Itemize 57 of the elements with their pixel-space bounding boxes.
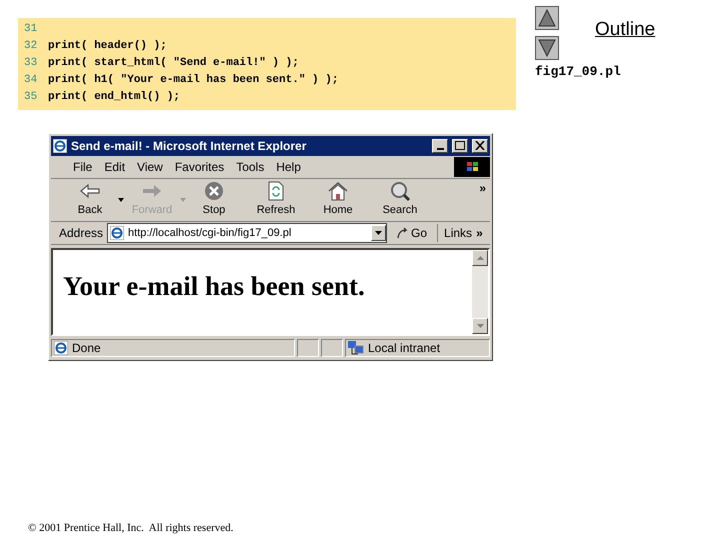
menu-item[interactable]: Tools [230, 158, 270, 176]
line-number: 35 [23, 90, 38, 106]
more-chevron[interactable]: » [479, 178, 486, 197]
line-number: 33 [23, 56, 38, 72]
line-number: 32 [23, 39, 38, 54]
status-text: Done [72, 340, 101, 358]
browser-logo-icon [53, 138, 67, 153]
toolbar-button[interactable]: Search [373, 180, 427, 219]
status-panel [297, 339, 319, 358]
code-line: print( header() ); [48, 39, 167, 54]
outline-link[interactable]: Outline [595, 16, 656, 44]
close-button[interactable] [472, 138, 488, 153]
menu-item[interactable]: Help [270, 158, 307, 176]
toolbar-button[interactable]: Stop [187, 180, 241, 219]
window-title: Send e-mail! - Microsoft Internet Explorer [71, 138, 308, 155]
previous-button[interactable] [535, 6, 559, 30]
scroll-up-icon [476, 256, 484, 260]
next-button[interactable] [535, 36, 559, 60]
maximize-icon [455, 141, 465, 150]
address-field[interactable]: http://localhost/cgi-bin/fig17_09.pl [107, 223, 388, 244]
house-icon [327, 180, 349, 202]
dropdown-icon [375, 231, 382, 236]
go-arrow-icon [397, 227, 410, 240]
toolbar-button[interactable]: Refresh [249, 180, 303, 219]
copyright-text: © 2001 Prentice Hall, Inc. All rights reserved. [28, 520, 234, 536]
line-number: 34 [23, 73, 38, 88]
close-icon [475, 141, 485, 150]
menu-item[interactable]: Favorites [168, 158, 230, 176]
up-triangle-icon [538, 9, 556, 27]
minimize-icon [436, 148, 444, 150]
stop-icon [203, 180, 225, 202]
windows-logo-icon [454, 156, 490, 177]
code-line: print( end_html() ); [48, 90, 180, 106]
menu-item[interactable]: Edit [98, 158, 132, 176]
down-triangle-icon [538, 39, 556, 57]
toolbar-button[interactable]: Back [63, 180, 117, 219]
scroll-down-icon [476, 324, 484, 328]
address-label: Address [59, 225, 104, 242]
links-button[interactable]: Links » [437, 224, 483, 242]
scrollbar[interactable] [472, 250, 488, 334]
page-heading: Your e-mail has been sent. [63, 270, 365, 304]
zone-text: Local intranet [368, 340, 440, 358]
go-button[interactable]: Go [391, 224, 434, 242]
minimize-button[interactable] [432, 138, 448, 153]
code-line: print( h1( "Your e-mail has been sent." ) ); [48, 73, 338, 88]
browser-logo-icon [110, 226, 124, 240]
caret-icon [118, 198, 124, 202]
menu-item[interactable]: File [67, 158, 98, 176]
magnifier-icon [389, 180, 411, 202]
code-line: print( start_html( "Send e-mail!" ) ); [48, 56, 299, 72]
file-name: fig17_09.pl [535, 63, 622, 81]
status-panel [321, 339, 343, 358]
toolbar-button[interactable]: Home [311, 180, 365, 219]
line-number: 31 [23, 22, 38, 38]
maximize-button[interactable] [452, 138, 468, 153]
caret-icon [180, 198, 186, 202]
menu-item[interactable]: View [131, 158, 169, 176]
